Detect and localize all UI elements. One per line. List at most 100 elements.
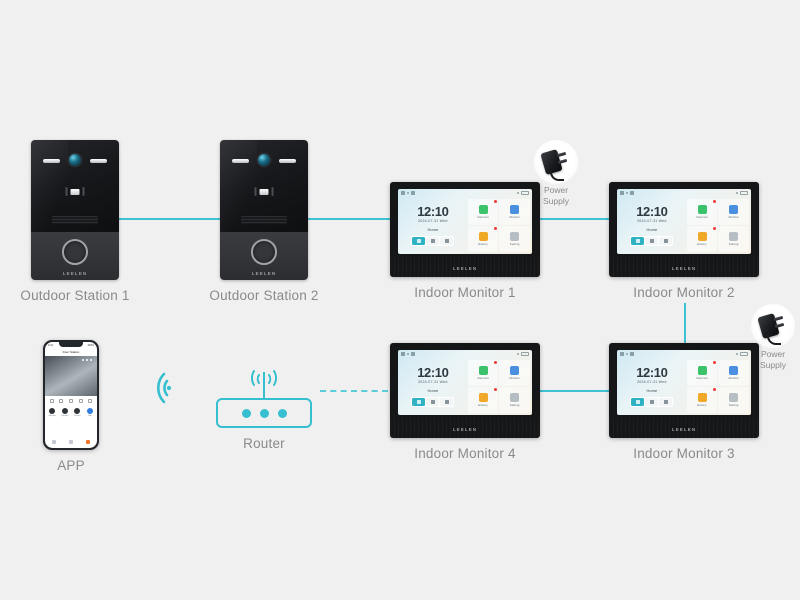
phone-quick-row: [45, 396, 97, 406]
tile-monitor[interactable]: Monitor: [718, 199, 749, 225]
indoor-monitor-4[interactable]: 12:10 2024-07-31 Wed Home Intercom Monit…: [390, 343, 540, 461]
monitor-home-body: 12:10 2024-07-31 Wed Home Intercom Monit…: [398, 197, 532, 254]
tile-setting[interactable]: Setting: [499, 226, 530, 252]
indoor-monitor-3-label: Indoor Monitor 3: [633, 446, 735, 461]
indoor-monitor-1[interactable]: 12:10 2024-07-31 Wed Home Intercom Monit…: [390, 182, 540, 300]
monitor-screen[interactable]: 12:10 2024-07-31 Wed Home Intercom Monit…: [398, 350, 532, 415]
home-dock-icon[interactable]: [631, 237, 645, 245]
outdoor-station-2-label: Outdoor Station 2: [209, 288, 319, 303]
monitor-chin: LEELEN: [609, 257, 759, 277]
home-dock-icon[interactable]: [412, 237, 426, 245]
tile-label: Monitor: [509, 215, 520, 219]
call-button[interactable]: [251, 239, 277, 265]
action-unlock[interactable]: Unlock: [71, 408, 83, 417]
phone-screen[interactable]: 9:41 100% Door Station Monitor Capture U…: [45, 342, 97, 448]
history-icon: [478, 232, 488, 241]
monitor-location: Home: [646, 388, 658, 393]
monitor-location: Home: [646, 227, 658, 232]
monitor-screen[interactable]: 12:10 2024-07-31 Wed Home Intercom Monit…: [617, 350, 751, 415]
outdoor-station-1[interactable]: LEELEN Outdoor Station 1: [20, 140, 129, 303]
call-dock-icon[interactable]: [440, 398, 454, 406]
tile-label: Monitor: [509, 376, 520, 380]
tile-intercom[interactable]: Intercom: [686, 199, 718, 225]
link-router-to-monitor4: [320, 390, 388, 392]
tile-history[interactable]: History: [467, 226, 499, 252]
indoor-monitor-2[interactable]: 12:10 2024-07-31 Wed Home Intercom Monit…: [609, 182, 759, 300]
monitor-time: 12:10: [636, 365, 668, 380]
phone-action-row: Monitor Capture Unlock Talk: [45, 406, 97, 419]
tile-label: Setting: [728, 242, 739, 246]
quick-icon-2[interactable]: [59, 399, 64, 403]
tile-intercom[interactable]: Intercom: [686, 360, 718, 386]
tab-list-icon[interactable]: [68, 440, 73, 444]
apps-dock-icon[interactable]: [645, 237, 659, 245]
call-dock-icon[interactable]: [440, 237, 454, 245]
tile-badge: [494, 200, 498, 203]
action-talk[interactable]: Talk: [84, 408, 96, 417]
intercom-icon: [697, 205, 707, 214]
tile-monitor[interactable]: Monitor: [499, 199, 530, 225]
tile-intercom[interactable]: Intercom: [467, 199, 499, 225]
tile-badge: [713, 388, 717, 391]
intercom-icon: [478, 366, 488, 375]
tile-monitor[interactable]: Monitor: [499, 360, 530, 386]
tab-me-icon[interactable]: [86, 440, 91, 444]
tile-intercom[interactable]: Intercom: [467, 360, 499, 386]
speaker-grille: [52, 216, 98, 224]
tile-setting[interactable]: Setting: [499, 387, 530, 413]
tile-label: Monitor: [728, 215, 739, 219]
tab-home-icon[interactable]: [51, 440, 56, 444]
camera-lens-icon: [258, 154, 270, 166]
monitor-screen[interactable]: 12:10 2024-07-31 Wed Home Intercom Monit…: [617, 189, 751, 254]
ir-led-right-icon: [279, 159, 296, 163]
monitor-chin: LEELEN: [390, 257, 540, 277]
call-button[interactable]: [62, 239, 88, 265]
monitor-screen[interactable]: 12:10 2024-07-31 Wed Home Intercom Monit…: [398, 189, 532, 254]
quick-icon-1[interactable]: [49, 399, 54, 403]
app-phone[interactable]: 9:41 100% Door Station Monitor Capture U…: [43, 340, 99, 473]
call-dock-icon[interactable]: [659, 237, 673, 245]
home-dock-icon[interactable]: [412, 398, 426, 406]
home-dock-icon[interactable]: [631, 398, 645, 406]
ir-led-right-icon: [90, 159, 107, 163]
monitor-time: 12:10: [417, 204, 449, 219]
call-dock-icon[interactable]: [659, 398, 673, 406]
monitor-clock-area: 12:10 2024-07-31 Wed Home: [617, 358, 687, 415]
monitor-time: 12:10: [636, 204, 668, 219]
live-video-feed[interactable]: [45, 356, 97, 396]
indoor-monitor-3[interactable]: 12:10 2024-07-31 Wed Home Intercom Monit…: [609, 343, 759, 461]
indoor-monitor-3-device: 12:10 2024-07-31 Wed Home Intercom Monit…: [609, 343, 759, 438]
router-antenna: [263, 372, 265, 398]
monitor-location: Home: [427, 227, 439, 232]
wifi-signal-icon-left: [136, 368, 172, 413]
quick-icon-5[interactable]: [88, 399, 93, 403]
screen-bezel: 12:10 2024-07-31 Wed Home Intercom Monit…: [609, 182, 759, 257]
monitor-app-grid: Intercom Monitor History Setting: [467, 197, 532, 254]
apps-dock-icon[interactable]: [426, 398, 440, 406]
tile-history[interactable]: History: [686, 226, 718, 252]
history-icon: [697, 232, 707, 241]
quick-icon-3[interactable]: [68, 399, 73, 403]
power-supply-1: Power Supply: [534, 140, 578, 206]
action-unlock-label: Unlock: [73, 415, 81, 417]
monitor-app-grid: Intercom Monitor History Setting: [467, 358, 532, 415]
camera-lens-icon: [69, 154, 81, 166]
router[interactable]: Router: [216, 368, 312, 451]
apps-dock-icon[interactable]: [426, 237, 440, 245]
phone-notch: [59, 342, 83, 347]
monitor-location: Home: [427, 388, 439, 393]
tile-history[interactable]: History: [686, 387, 718, 413]
tile-setting[interactable]: Setting: [718, 226, 749, 252]
action-capture[interactable]: Capture: [59, 408, 71, 417]
tile-monitor[interactable]: Monitor: [718, 360, 749, 386]
tile-history[interactable]: History: [467, 387, 499, 413]
router-label: Router: [243, 436, 285, 451]
quick-icon-4[interactable]: [78, 399, 83, 403]
action-monitor[interactable]: Monitor: [46, 408, 58, 417]
link-monitor4-to-monitor3: [540, 390, 610, 392]
apps-dock-icon[interactable]: [645, 398, 659, 406]
outdoor-station-2[interactable]: LEELEN Outdoor Station 2: [209, 140, 318, 303]
tile-setting[interactable]: Setting: [718, 387, 749, 413]
screen-bezel: 12:10 2024-07-31 Wed Home Intercom Monit…: [390, 343, 540, 418]
router-led-3: [277, 408, 287, 418]
